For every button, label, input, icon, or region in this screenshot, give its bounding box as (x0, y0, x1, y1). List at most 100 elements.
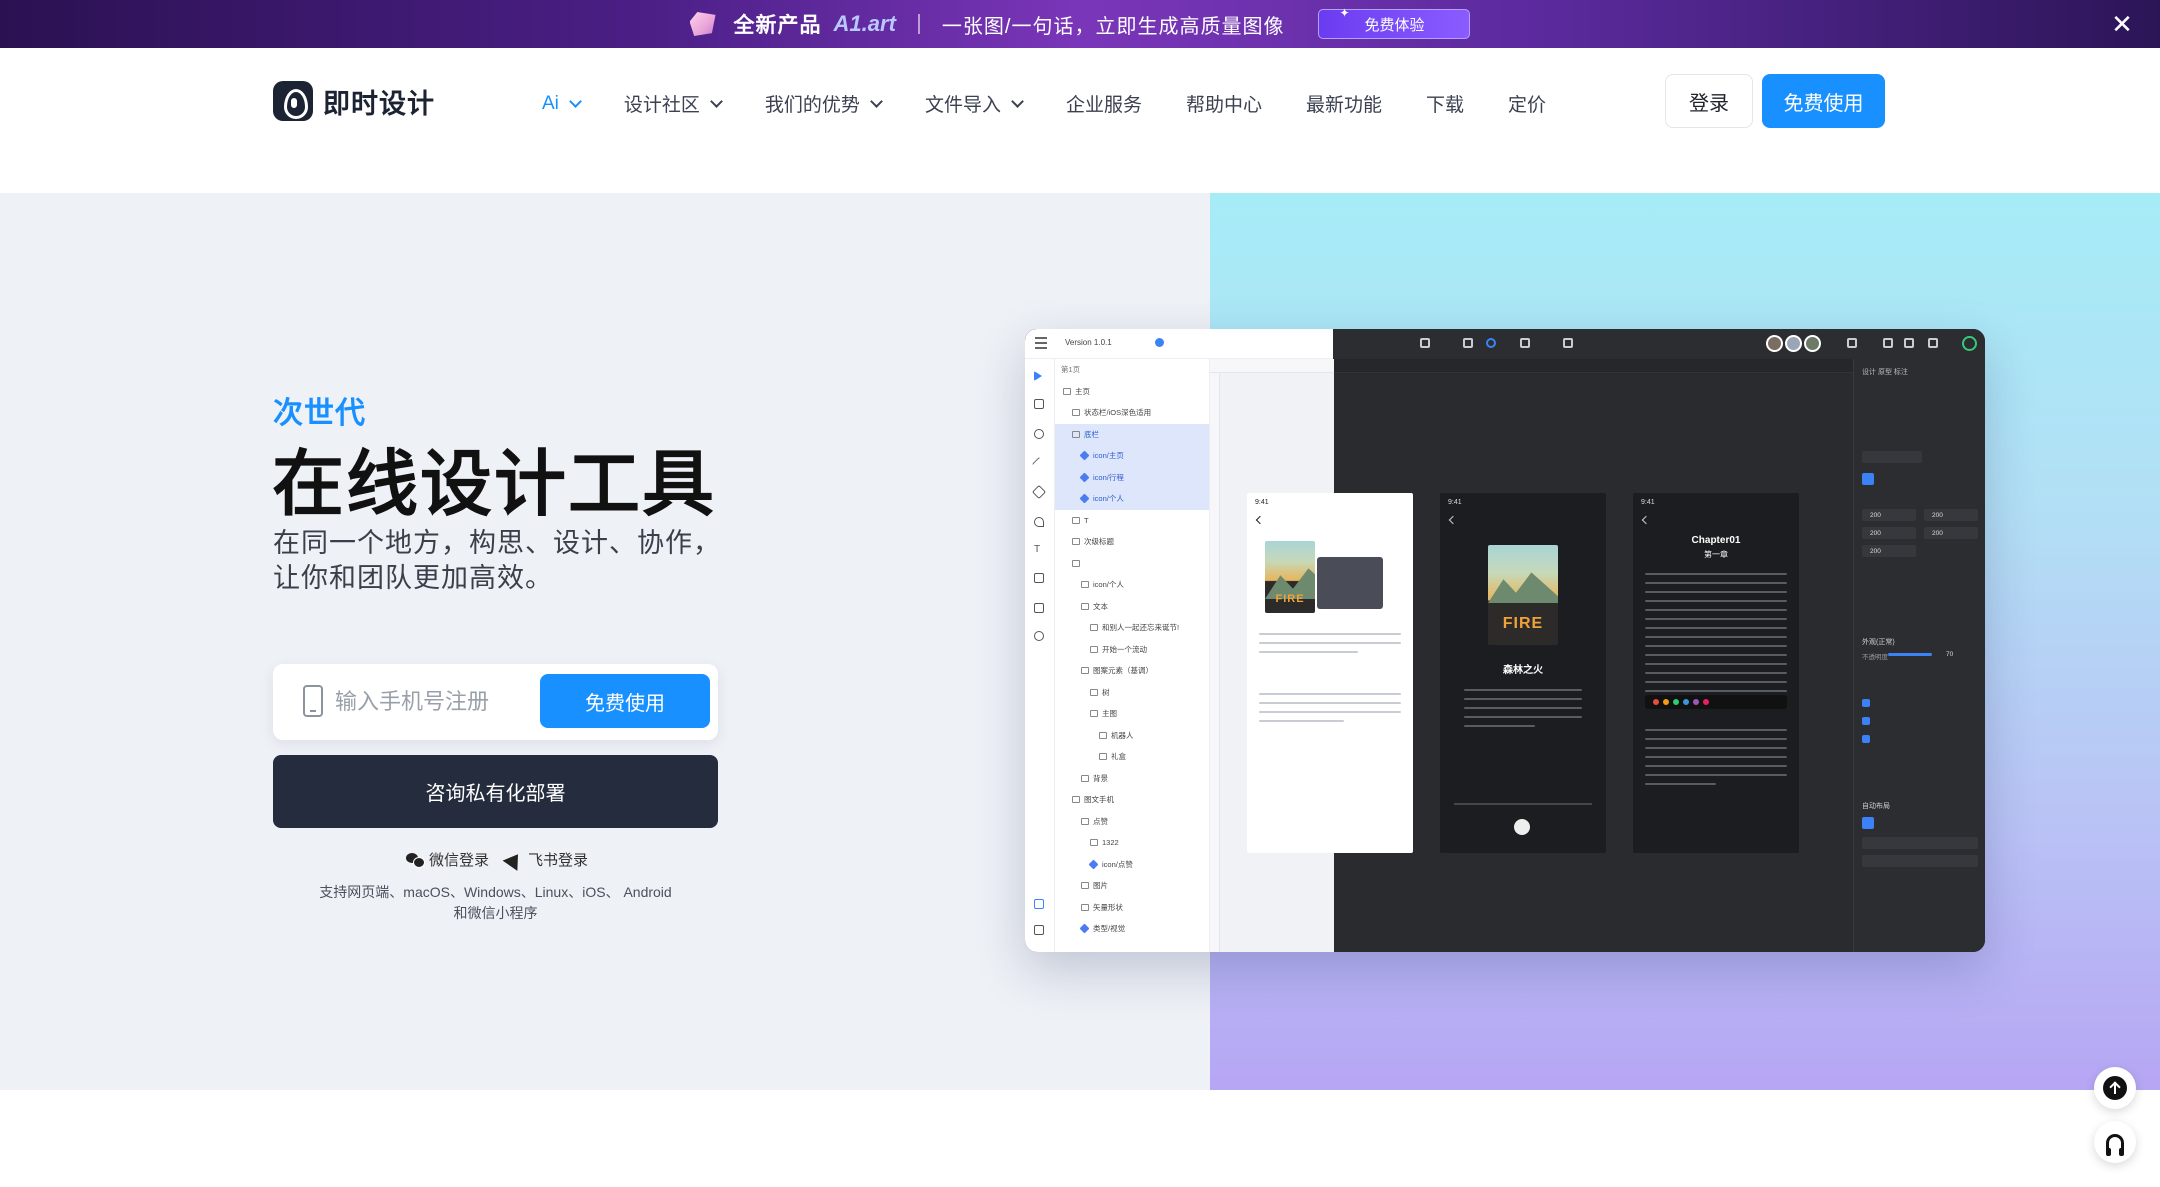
layer-label: 机器人 (1111, 730, 1134, 740)
frame-icon (1072, 516, 1080, 524)
wechat-login-link[interactable]: 微信登录 (406, 849, 489, 870)
nav-item-7[interactable]: 下载 (1426, 90, 1464, 117)
status-bar: 9:41 (1641, 499, 1655, 506)
consult-private-deploy-button[interactable]: 咨询私有化部署 (273, 755, 718, 828)
line-icon (1031, 456, 1047, 472)
phone-text-lines (1259, 693, 1401, 729)
component-icon (1079, 923, 1090, 934)
nav-item-label: 我们的优势 (764, 95, 860, 116)
site-header: 即时设计 Ai 设计社区 我们的优势 文件导入 企业服务 帮助中心 最新功能 下载 定价 登录 … (0, 48, 2160, 148)
layers-panel: 第1页 主页 状态栏/iOS深色适用 底栏 icon/主页 icon/行程 icon/个人… (1055, 359, 1210, 952)
progress-track (1454, 803, 1592, 805)
login-button[interactable]: 登录 (1665, 74, 1753, 128)
checkbox (1862, 717, 1870, 725)
rotation-value: 200 (1870, 548, 1881, 555)
mockup-toolbar-light: Version 1.0.1 (1025, 329, 1333, 359)
free-use-button[interactable]: 免费使用 (1762, 74, 1885, 128)
play-icon (1904, 338, 1914, 348)
layer-list: 主页 状态栏/iOS深色适用 底栏 icon/主页 icon/行程 icon/个人 T 次级标… (1055, 381, 1209, 940)
properties-panel: 设计 原型 标注 200 200 200 200 200 外观(正常) 不透明度… (1853, 359, 1985, 952)
collaborator-avatar (1785, 335, 1802, 352)
nav-item-label: 下载 (1426, 95, 1465, 116)
collaborator-avatar (1766, 335, 1783, 352)
layer-label: 图片 (1093, 881, 1108, 891)
signup-box: 免费使用 (273, 664, 718, 740)
frame-icon (1099, 753, 1107, 761)
x-value: 200 (1870, 512, 1881, 519)
layer-label: 主页 (1075, 386, 1090, 396)
phone-frame-detail: 9:41 FIRE 森林之火 (1247, 493, 1413, 853)
promo-brand[interactable]: A1.art (834, 11, 896, 37)
layer-label: 1322 (1102, 838, 1119, 848)
ellipse-icon (1034, 429, 1044, 439)
nav-item-3[interactable]: 文件导入 (925, 90, 1024, 117)
main-nav: Ai 设计社区 我们的优势 文件导入 企业服务 帮助中心 最新功能 下载 定价 (542, 90, 1590, 117)
nav-item-2[interactable]: 我们的优势 (764, 90, 883, 117)
promo-slogan: 一张图/一句话，立即生成高质量图像 (941, 15, 1285, 38)
frame-icon (1081, 903, 1089, 911)
chapter-subtitle: 第一章 (1704, 550, 1728, 559)
frame-icon (1072, 538, 1080, 546)
nav-item-5[interactable]: 帮助中心 (1186, 90, 1262, 117)
nav-item-1[interactable]: 设计社区 (624, 90, 723, 117)
layer-row: icon/个人 (1055, 574, 1209, 596)
share-icon (1847, 338, 1857, 348)
layer-label: 矢量形状 (1093, 902, 1123, 912)
back-to-top-button[interactable] (2094, 1067, 2136, 1109)
layer-label: icon/主页 (1093, 451, 1124, 461)
promo-product-label: 全新产品 (733, 14, 822, 37)
component-tool-icon (1486, 338, 1496, 348)
layer-row: 背景 (1055, 768, 1209, 790)
polygon-icon (1031, 484, 1047, 500)
frame-icon (1072, 409, 1080, 417)
phone-input[interactable] (335, 684, 535, 720)
slice-icon (1034, 603, 1044, 613)
frame-icon (1090, 710, 1098, 718)
move-tool-icon (1420, 338, 1430, 348)
horizontal-ruler-light (1210, 359, 1334, 373)
layer-label: 图文手机 (1084, 795, 1114, 805)
signup-button[interactable]: 免费使用 (540, 674, 710, 728)
layer-row: 类型/视觉 (1055, 918, 1209, 940)
tool-rail: T (1025, 359, 1055, 952)
layer-row: T (1055, 510, 1209, 532)
phone-text-lines (1259, 633, 1401, 660)
boolean-tool-icon (1563, 338, 1573, 348)
mask-tool-icon (1520, 338, 1530, 348)
w-value: 200 (1870, 530, 1881, 537)
frame-icon (1072, 796, 1080, 804)
y-value: 200 (1932, 512, 1943, 519)
promo-try-button[interactable]: ✦ 免费体验 (1318, 6, 1471, 39)
text-icon: T (1034, 544, 1041, 555)
opacity-slider (1888, 653, 1932, 656)
platforms-line2: 和微信小程序 (453, 905, 538, 921)
editor-mockup: Version 1.0.1 T 第1页 主页 状态栏/iOS深色适用 底栏 icon/… (1025, 329, 1985, 952)
frame-icon (1081, 774, 1089, 782)
saved-status-icon (1962, 336, 1977, 351)
book-cover: FIRE (1265, 541, 1315, 613)
logo[interactable]: 即时设计 (273, 81, 435, 121)
frame-icon (1072, 430, 1080, 438)
close-icon[interactable]: ✕ (2108, 10, 2136, 38)
phone-text-lines (1464, 689, 1582, 734)
nav-item-0[interactable]: Ai (542, 93, 582, 115)
frame-icon (1081, 581, 1089, 589)
assets-icon (1034, 925, 1044, 935)
frame-icon (1081, 602, 1089, 610)
layer-row: 图片 (1055, 875, 1209, 897)
play-button-icon (1514, 819, 1530, 835)
nav-item-8[interactable]: 定价 (1508, 90, 1546, 117)
customer-support-button[interactable] (2094, 1121, 2136, 1163)
nav-item-6[interactable]: 最新功能 (1306, 90, 1382, 117)
padding-field (1862, 855, 1978, 867)
gem-icon (689, 12, 716, 36)
fixed-toggle (1862, 473, 1874, 485)
promo-banner: 全新产品 A1.art 一张图/一句话，立即生成高质量图像 ✦ 免费体验 ✕ (0, 0, 2160, 48)
nav-item-4[interactable]: 企业服务 (1066, 90, 1142, 117)
layer-label: 类型/视觉 (1093, 924, 1126, 934)
layer-row: icon/点赞 (1055, 854, 1209, 876)
vertical-ruler (1210, 373, 1220, 952)
wechat-login-label: 微信登录 (429, 852, 490, 869)
lark-login-link[interactable]: 飞书登录 (502, 848, 588, 871)
layer-row: 图文手机 (1055, 789, 1209, 811)
